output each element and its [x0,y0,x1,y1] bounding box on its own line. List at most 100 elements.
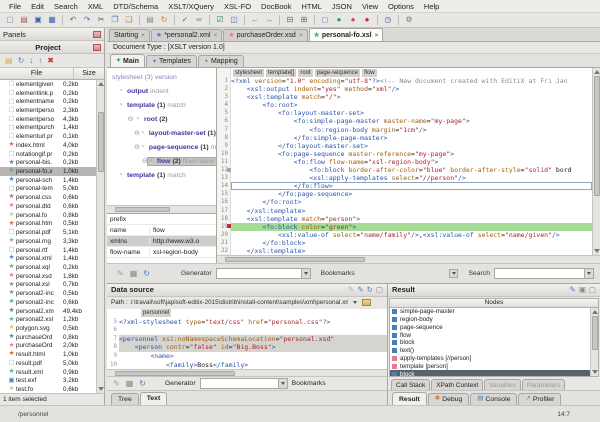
result-node-row[interactable]: region-body [390,316,590,324]
tab-close-icon[interactable]: × [214,32,218,39]
edit-node-icon[interactable]: ✎ [113,379,120,388]
bottom-tab-debug[interactable]: ✱ Debug [427,393,470,405]
menu-options[interactable]: Options [383,2,419,11]
outline-hscrollbar[interactable] [107,205,216,213]
menu-help[interactable]: Help [419,2,444,11]
file-row[interactable]: ▢ elementlink.p 0,2kb [0,89,96,98]
file-row[interactable]: ▢ result.pdf 5,0kb [0,359,96,368]
file-row[interactable]: ★ personal.htm 0,5kb [0,220,96,229]
file-row[interactable]: ★ result.xml 0,9kb [0,368,96,377]
generator-select[interactable] [215,268,311,279]
file-row[interactable]: ★ personal2.xm 49,4kb [0,307,96,316]
menu-edit[interactable]: Edit [26,2,49,11]
remove-file-icon[interactable]: ✖ [47,56,54,65]
code-line[interactable]: <xsl:template match="person"> [231,215,592,223]
file-row[interactable]: ★ personal2.xsl 1,2kb [0,315,96,324]
attribute-row[interactable]: prefix [107,214,216,225]
code-line[interactable]: </fo:root> [231,198,592,206]
bottom-tab-console[interactable]: ▤ Console [470,393,518,405]
menu-html[interactable]: HTML [296,2,326,11]
code-line[interactable] [119,326,387,335]
view-tab-mapping[interactable]: ✦ Mapping [197,55,244,67]
file-row[interactable]: ★ polygon.svg 0,5kb [0,324,96,333]
outline-item-flow[interactable]: ⊖ ▫ flow (2) flow-name [107,154,216,168]
result-node-row[interactable]: template [person] [390,363,590,371]
copy-icon[interactable]: ❐ [109,14,121,26]
menu-docbook[interactable]: DocBook [256,2,296,11]
timer-icon[interactable]: ◷ [382,14,394,26]
file-row[interactable]: ★ personal.dtd 0,6kb [0,202,96,211]
breakpoint-icon[interactable] [227,224,231,229]
outline-item-template[interactable]: ▫ template (1) match [107,168,216,182]
document-tab-purchaseOrder-xsd[interactable]: ★ purchaseOrder.xsd × [223,29,308,41]
file-row[interactable]: ★ personal.xql 0,2kb [0,263,96,272]
tab-close-icon[interactable]: × [141,32,145,39]
file-row[interactable]: ▢ notationgif.pr 0,2kb [0,150,96,159]
file-list-scrollbar[interactable] [96,80,104,393]
menu-xml[interactable]: XML [83,2,108,11]
code-line[interactable]: </fo:layout-master-set> [231,142,592,150]
code-line[interactable]: <fo:block color="green"> [231,222,592,231]
code-line[interactable]: <xsl:output indent="yes" method="xml"/> [231,85,592,93]
bottom-tab-profiler[interactable]: ↗ Profiler [518,393,562,405]
code-area[interactable]: stylesheet template[] root page-sequence flo… [231,68,592,255]
file-row[interactable]: ▢ elementgiven 0,2kb [0,80,96,89]
file-row[interactable]: ▢ elementpurch 1,4kb [0,124,96,133]
import-file-icon[interactable]: ↓ [29,56,33,65]
redo-icon[interactable]: ↷ [81,14,93,26]
code-line[interactable]: <fo:flow flow-name="xsl-region-body"> [231,158,592,166]
path-chip[interactable]: page-sequence [314,68,361,77]
result-node-row[interactable]: block [390,339,590,347]
document-tab-Starting[interactable]: Starting × [109,29,150,41]
maximize-icon[interactable]: ▢ [376,286,383,294]
file-row[interactable]: ★ personal-sch 1,4kb [0,176,96,185]
view-tab-templates[interactable]: ✦ Templates [145,55,197,67]
edit-disabled-icon[interactable]: ✎ [348,286,354,294]
file-row[interactable]: ★ personal.xsd 1,8kb [0,272,96,281]
file-row[interactable]: ★ purchaseOrd 0,8kb [0,333,96,342]
code-line[interactable]: <fo:block border-after-color="blue" bord… [231,166,592,174]
transform-fo-icon[interactable]: ● [347,14,359,26]
file-row[interactable]: ★ personal2-inc 0,5kb [0,289,96,298]
menu-view[interactable]: View [357,2,383,11]
validate-icon[interactable]: ☑ [214,14,226,26]
code-line[interactable]: <?xml-stylesheet type="text/css" href="p… [119,318,387,327]
split-vertical-icon[interactable]: ⊞ [298,14,310,26]
spell-check-icon[interactable]: ✓ [179,14,191,26]
file-row[interactable]: ★ personal-bis. 0,2kb [0,158,96,167]
grid-view-icon[interactable]: ▦ [126,379,134,388]
save-all-icon[interactable]: ▦ [46,14,58,26]
paste-icon[interactable]: ❑ [123,14,135,26]
sync-icon[interactable]: ↻ [367,286,373,294]
menu-xslt-xquery[interactable]: XSLT/XQuery [163,2,219,11]
file-row[interactable]: ▢ personal.pdf 5,1kb [0,228,96,237]
link-icon[interactable]: ∞ [193,14,205,26]
file-row[interactable]: ★ result.html 1,0kb [0,350,96,359]
file-row[interactable]: ★ personal.xsl 0,7kb [0,281,96,290]
back-icon[interactable]: ← [249,14,261,26]
code-line[interactable]: <fo:simple-page-master master-name="my-p… [231,117,592,125]
form-view-icon[interactable]: ▤ [144,14,156,26]
code-line[interactable]: <fo:page-sequence master-reference="my-p… [231,150,592,158]
undo-icon[interactable]: ↶ [67,14,79,26]
data-source-hscrollbar[interactable] [107,369,387,377]
code-line[interactable]: </xsl:template> [231,247,592,255]
record-icon[interactable]: ● [361,14,373,26]
element-outline-tree[interactable]: stylesheet (3) version ▫ output indent ▫ templa… [107,68,216,205]
outline-item-page-sequence[interactable]: ⊖ ▫ page-sequence (1) m [107,140,216,154]
refresh-view-icon[interactable]: ↻ [139,379,146,388]
code-line[interactable]: <xsl:value-of select="name/family"/>,<xs… [231,231,592,239]
refresh-project-icon[interactable]: ↻ [18,56,25,65]
menu-dtd-schema[interactable]: DTD/Schema [108,2,163,11]
path-value[interactable]: i:\travail\soft\japisoft-editix-2015\dis… [130,299,348,306]
file-row[interactable]: ▢ elementname 0,2kb [0,97,96,106]
outline-item-root[interactable]: ⊖ ▫ root (2) [107,112,216,126]
project-dock-icon[interactable] [93,43,101,51]
file-row[interactable]: ▣ test.exf 3,2kb [0,376,96,385]
columns-icon[interactable]: ◫ [228,14,240,26]
result-node-row[interactable]: simple-page-master [390,308,590,316]
context-tab-call-stack[interactable]: Call Stack [391,379,431,391]
document-tab-personal-fo-xsl[interactable]: ★ personal-fo.xsl × [308,28,384,41]
path-chip[interactable]: template[] [266,68,297,77]
data-source-editor[interactable]: 5 6 7 8 9 10 <?xml-stylesheet type="text/css"… [107,317,387,370]
